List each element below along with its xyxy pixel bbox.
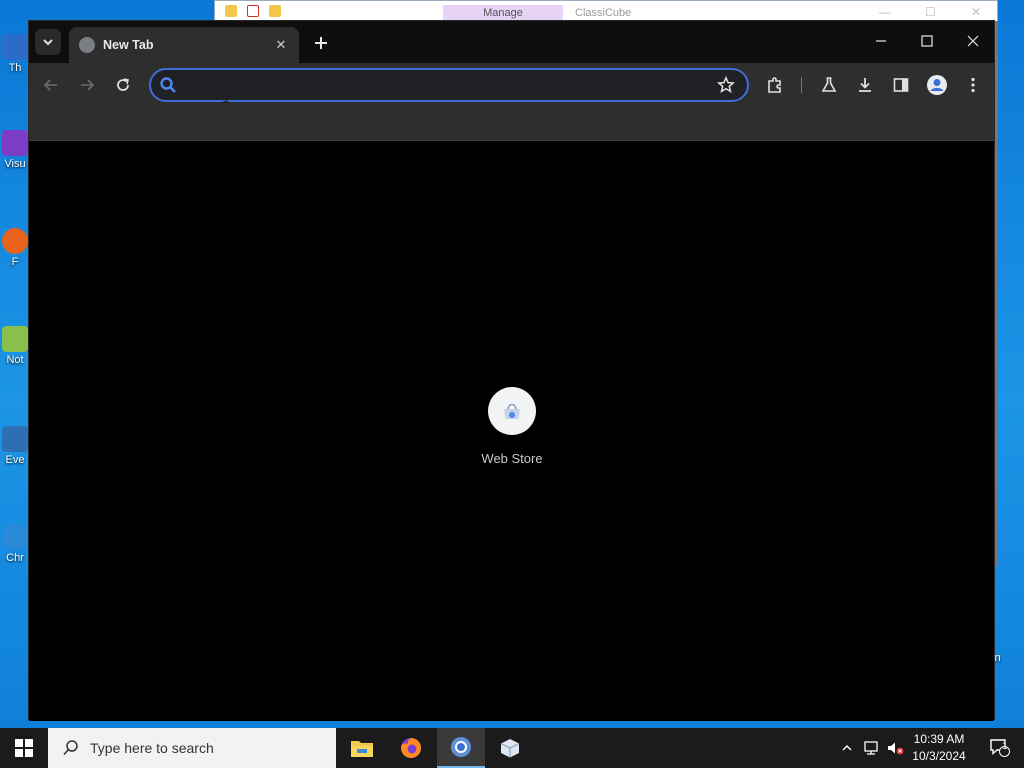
- chrome-titlebar: New Tab ✕: [29, 21, 994, 63]
- flask-icon: [821, 77, 837, 92]
- downloads-button[interactable]: [853, 73, 877, 97]
- text-cursor-icon: [223, 87, 229, 103]
- taskbar: Type here to search 10:39 AM 10/3/2024 1: [0, 728, 1024, 768]
- new-tab-button[interactable]: [309, 31, 333, 55]
- desktop-icon-label: Eve: [5, 454, 25, 466]
- explorer-title: ClassiCube: [575, 7, 632, 19]
- side-panel-icon: [893, 78, 909, 92]
- network-icon: [864, 741, 878, 755]
- taskbar-chrome[interactable]: [437, 728, 485, 768]
- chrome-toolbar: [29, 63, 994, 105]
- folder-icon: [225, 5, 237, 17]
- tab-new-tab[interactable]: New Tab ✕: [69, 27, 299, 63]
- tray-volume[interactable]: [884, 728, 906, 768]
- maximize-button[interactable]: [907, 29, 947, 53]
- search-icon: [63, 740, 78, 756]
- toolbar-separator: [801, 77, 802, 93]
- shortcut-web-store[interactable]: Web Store: [472, 387, 552, 466]
- clock-time: 10:39 AM: [913, 732, 965, 746]
- search-icon: [160, 77, 176, 93]
- minimize-button[interactable]: [861, 29, 901, 53]
- taskbar-firefox[interactable]: [387, 728, 435, 768]
- manage-tab[interactable]: Manage: [443, 5, 563, 21]
- firefox-icon: [401, 737, 422, 758]
- desktop-icon-label: Not: [6, 354, 24, 366]
- desktop-icon-event[interactable]: Eve: [0, 426, 30, 466]
- webstore-icon: [488, 387, 536, 435]
- reload-button[interactable]: [109, 71, 137, 99]
- desktop-icon-visual-studio[interactable]: Visu: [0, 130, 30, 170]
- desktop-icon-label: Th: [8, 62, 22, 74]
- arrow-right-icon: [81, 79, 95, 91]
- new-folder-icon: [269, 5, 281, 17]
- reload-icon: [117, 78, 129, 91]
- bookmark-star-icon[interactable]: [715, 74, 737, 96]
- new-tab-page: Web Store: [29, 142, 994, 721]
- close-tab-icon[interactable]: ✕: [271, 35, 291, 55]
- shortcut-label: Web Store: [481, 451, 543, 466]
- extensions-button[interactable]: [763, 73, 787, 97]
- minimize-icon: [876, 40, 886, 42]
- maximize-icon[interactable]: ☐: [925, 5, 936, 19]
- system-clock[interactable]: 10:39 AM 10/3/2024: [906, 731, 972, 765]
- file-explorer-icon: [351, 741, 373, 757]
- explorer-titlebar: Manage ClassiCube — ☐ ✕: [215, 1, 997, 21]
- bookmarks-bar: [29, 105, 994, 141]
- close-icon: [967, 35, 979, 47]
- tab-title: New Tab: [103, 38, 154, 52]
- search-placeholder: Type here to search: [90, 740, 214, 756]
- profile-button[interactable]: [925, 73, 949, 97]
- close-icon[interactable]: ✕: [971, 5, 981, 19]
- menu-button[interactable]: [961, 73, 985, 97]
- desktop-icon-notepad[interactable]: Not: [0, 326, 30, 366]
- chevron-up-icon: [842, 745, 852, 751]
- maximize-icon: [921, 35, 933, 47]
- windows-icon: [15, 739, 33, 757]
- tray-network[interactable]: [860, 728, 882, 768]
- app-icon: [2, 426, 28, 452]
- tab-search-button[interactable]: [35, 29, 61, 55]
- notification-center-button[interactable]: 1: [980, 728, 1020, 768]
- desktop-icon-firefox[interactable]: F: [0, 228, 30, 268]
- globe-icon: [79, 37, 95, 53]
- close-window-button[interactable]: [953, 29, 993, 53]
- forward-button[interactable]: [73, 71, 101, 99]
- app-icon: [2, 524, 28, 550]
- download-icon: [859, 78, 871, 92]
- back-button[interactable]: [37, 71, 65, 99]
- tray-overflow-button[interactable]: [838, 728, 856, 768]
- volume-muted-icon: [888, 742, 904, 755]
- package-icon: [500, 739, 520, 758]
- address-bar[interactable]: [149, 68, 749, 102]
- avatar-icon: [927, 75, 947, 95]
- desktop-icon-label: F: [11, 256, 19, 268]
- desktop-icon-chrome[interactable]: Chr: [0, 524, 30, 564]
- side-panel-button[interactable]: [889, 73, 913, 97]
- app-icon: [2, 228, 28, 254]
- kebab-menu-icon: [971, 77, 975, 93]
- desktop-icon-th[interactable]: Th: [0, 34, 30, 74]
- taskbar-package[interactable]: [486, 728, 534, 768]
- properties-icon: [247, 5, 259, 17]
- puzzle-icon: [768, 77, 781, 93]
- taskbar-file-explorer[interactable]: [338, 728, 386, 768]
- taskbar-search[interactable]: Type here to search: [48, 728, 336, 768]
- plus-icon: [315, 37, 327, 49]
- app-icon: [2, 34, 28, 60]
- arrow-left-icon: [43, 79, 57, 91]
- start-button[interactable]: [0, 728, 48, 768]
- chrome-icon: [451, 737, 471, 757]
- notification-count: 1: [1002, 741, 1008, 752]
- desktop-icon-label: Chr: [6, 552, 24, 564]
- desktop-icon-label: Visu: [4, 158, 26, 170]
- chevron-down-icon: [43, 39, 53, 46]
- app-icon: [2, 130, 28, 156]
- minimize-icon[interactable]: —: [879, 5, 891, 19]
- chrome-window[interactable]: New Tab ✕ Web Store: [28, 20, 995, 721]
- app-icon: [2, 326, 28, 352]
- clock-date: 10/3/2024: [912, 749, 966, 763]
- labs-button[interactable]: [817, 73, 841, 97]
- address-input[interactable]: [187, 77, 715, 93]
